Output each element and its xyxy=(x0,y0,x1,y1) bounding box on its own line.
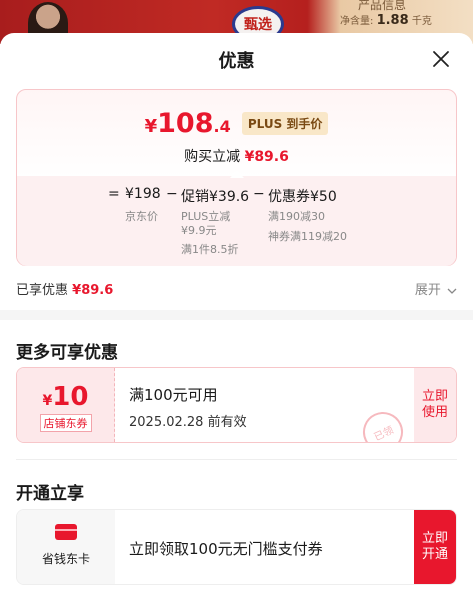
formula-minus: − xyxy=(166,186,178,202)
expand-button[interactable]: 展开 xyxy=(415,279,457,298)
section-divider-thin xyxy=(16,459,457,460)
purchase-reduction: 购买立减 ¥89.6 xyxy=(184,149,289,165)
formula-jd-price: ¥198 xyxy=(125,186,161,202)
coupon-sub-super: 神券满119减20 xyxy=(268,230,347,243)
coupon-type-tag: 店铺东券 xyxy=(39,414,92,432)
use-now-button[interactable]: 立即 使用 xyxy=(414,368,456,442)
savings-card-badge: 省钱东卡 xyxy=(17,510,115,584)
chevron-down-icon xyxy=(447,288,457,294)
close-icon xyxy=(433,51,449,67)
price-breakdown-card: ¥108.4 PLUS 到手价 购买立减 ¥89.6 = ¥198 − 促销¥3… xyxy=(16,89,457,266)
open-enjoy-title: 开通立享 xyxy=(16,484,84,504)
activate-now-button[interactable]: 立即 开通 xyxy=(414,510,456,584)
formula-notch xyxy=(230,170,244,178)
final-price-row: ¥108.4 PLUS 到手价 xyxy=(17,108,456,139)
jd-price-label: 京东价 xyxy=(125,210,158,223)
product-net-weight: 净含量: 1.88 千克 xyxy=(340,13,432,28)
formula-promo: 促销¥39.6 xyxy=(181,189,250,205)
final-price: ¥108.4 xyxy=(144,108,231,139)
formula-coupon: 优惠券¥50 xyxy=(268,189,337,205)
close-button[interactable] xyxy=(429,47,453,71)
savings-card-name: 省钱东卡 xyxy=(41,552,90,566)
coupon-details: 满100元可用 2025.02.28 前有效 xyxy=(129,384,247,430)
plus-price-tag: PLUS 到手价 xyxy=(241,112,329,135)
coupon-value: ¥10 店铺东券 xyxy=(17,368,115,442)
coupon-condition: 满100元可用 xyxy=(129,386,218,404)
more-discounts-title: 更多可享优惠 xyxy=(16,343,118,363)
sheet-title: 优惠 xyxy=(218,51,255,72)
discount-sheet: 优惠 ¥108.4 PLUS 到手价 购买立减 ¥89.6 = ¥198 − 促… xyxy=(0,33,473,599)
claimed-stamp: 已领 xyxy=(356,405,410,442)
savings-card-offer-text: 立即领取100元无门槛支付券 xyxy=(129,540,323,558)
coupon-sub-store: 满190减30 xyxy=(268,210,325,223)
savings-card-offer[interactable]: 省钱东卡 立即领取100元无门槛支付券 立即 开通 xyxy=(16,509,457,585)
card-icon xyxy=(55,524,77,540)
promo-sub-discount: 满1件8.5折 xyxy=(181,243,239,256)
enjoyed-discount: 已享优惠 ¥89.6 xyxy=(16,283,114,298)
formula-equals: = xyxy=(108,186,120,202)
coupon-expiry: 2025.02.28 前有效 xyxy=(129,415,247,430)
store-coupon[interactable]: ¥10 店铺东券 满100元可用 2025.02.28 前有效 已领 立即 使用 xyxy=(16,367,457,443)
promo-sub-amount: ¥9.9元 xyxy=(181,224,217,237)
formula-minus: − xyxy=(253,186,265,202)
section-divider xyxy=(0,310,473,320)
